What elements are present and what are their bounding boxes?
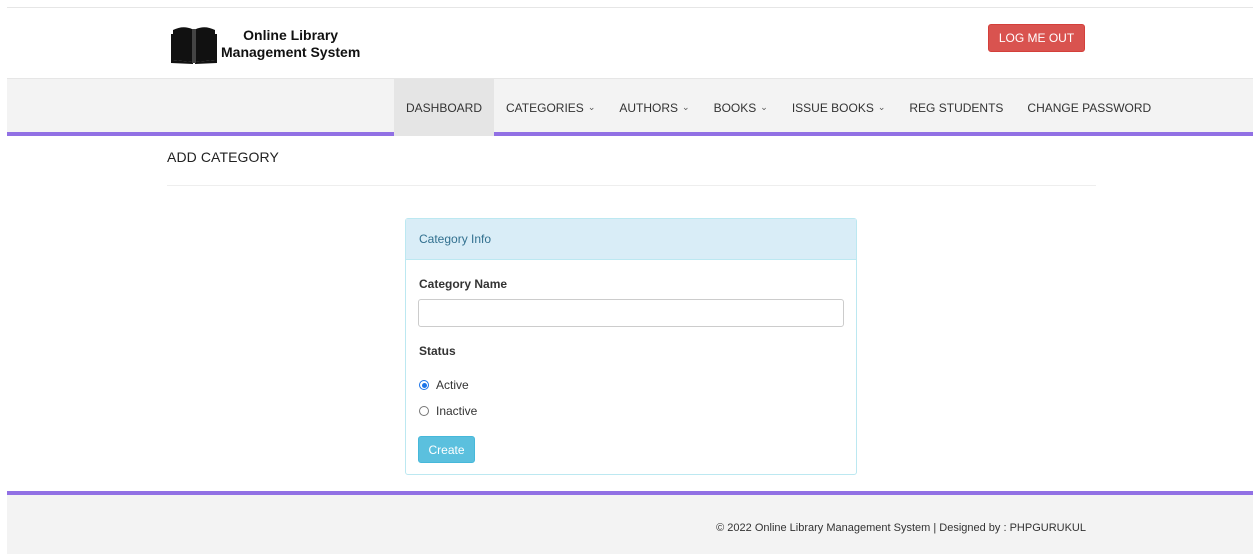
nav-item-categories[interactable]: CATEGORIES ⌄ [494, 79, 607, 136]
nav-item-issue-books[interactable]: ISSUE BOOKS ⌄ [780, 79, 898, 136]
nav-item-dashboard[interactable]: DASHBOARD [394, 79, 495, 136]
active-label: Active [436, 378, 469, 392]
logo-line1: Online Library [243, 27, 339, 43]
nav-item-label: CATEGORIES [506, 100, 584, 115]
category-name-input[interactable] [418, 299, 844, 327]
nav-item-label: AUTHORS [619, 100, 679, 115]
nav-item-authors[interactable]: AUTHORS ⌄ [607, 79, 701, 136]
nav-item-label: BOOKS [713, 100, 757, 115]
nav-item-label: DASHBOARD [406, 100, 483, 115]
main-navbar: DASHBOARD CATEGORIES ⌄ AUTHORS ⌄ BOOKS ⌄ ISSUE … [7, 79, 1253, 136]
nav-item-label: ISSUE BOOKS [791, 100, 874, 115]
open-book-icon [171, 27, 217, 64]
chevron-down-icon: ⌄ [760, 102, 768, 112]
status-option-inactive[interactable]: Inactive [419, 404, 477, 418]
nav-item-books[interactable]: BOOKS ⌄ [702, 79, 780, 136]
chevron-down-icon: ⌄ [587, 102, 596, 112]
chevron-down-icon: ⌄ [682, 102, 690, 112]
logo-text: Online Library Management System [221, 27, 360, 61]
status-option-active[interactable]: Active [419, 378, 469, 392]
category-info-panel: Category Info Category Name Status Activ… [405, 218, 857, 475]
nav-item-label: REG STUDENTS [909, 100, 1004, 115]
title-divider [167, 185, 1096, 186]
site-footer: © 2022 Online Library Management System … [7, 491, 1253, 554]
nav-item-change-password[interactable]: CHANGE PASSWORD [1015, 79, 1163, 136]
panel-heading: Category Info [406, 219, 856, 260]
site-header: Online Library Management System LOG ME … [7, 7, 1253, 79]
nav-item-label: CHANGE PASSWORD [1027, 100, 1152, 115]
nav-menu: DASHBOARD CATEGORIES ⌄ AUTHORS ⌄ BOOKS ⌄ ISSUE … [394, 79, 1163, 136]
status-label: Status [419, 344, 456, 358]
inactive-label: Inactive [436, 404, 478, 418]
logo-line2: Management System [221, 44, 361, 60]
footer-copyright: © 2022 Online Library Management System … [716, 522, 1086, 534]
create-button[interactable]: Create [418, 436, 475, 463]
category-name-label: Category Name [419, 277, 508, 291]
logout-button[interactable]: LOG ME OUT [988, 24, 1085, 52]
page-title: ADD CATEGORY [167, 149, 279, 165]
inactive-radio[interactable] [419, 406, 429, 416]
chevron-down-icon: ⌄ [877, 102, 886, 112]
nav-item-reg-students[interactable]: REG STUDENTS [897, 79, 1015, 136]
active-radio[interactable] [419, 380, 429, 390]
logo[interactable]: Online Library Management System [171, 24, 360, 64]
